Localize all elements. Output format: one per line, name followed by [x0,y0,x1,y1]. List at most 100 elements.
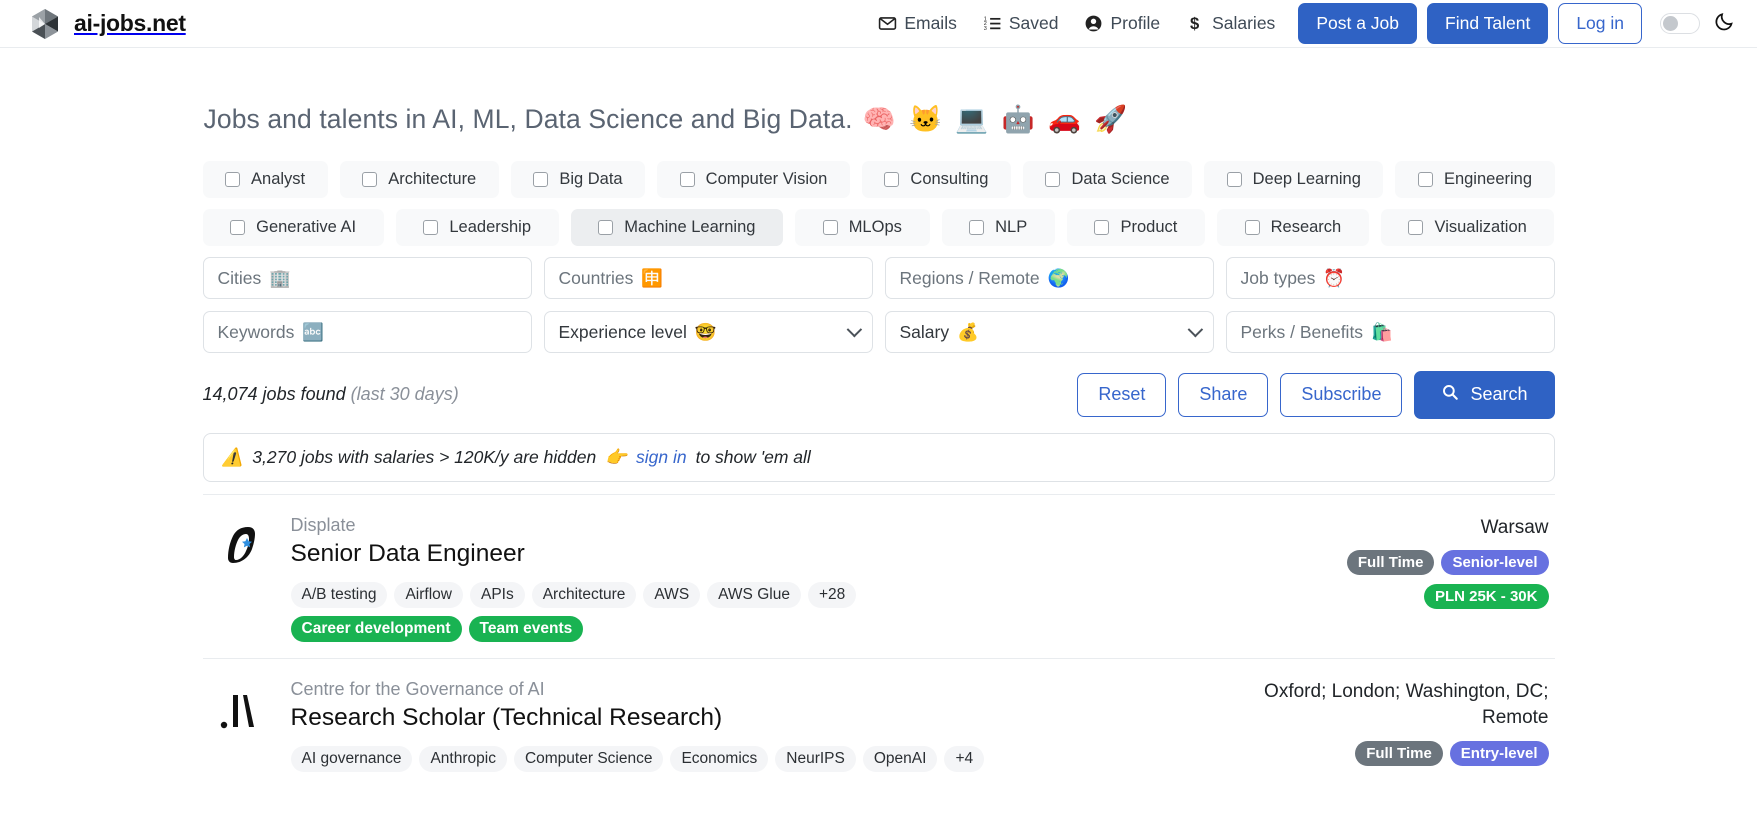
category-chip-machine-learning[interactable]: Machine Learning [570,209,784,246]
checkbox-icon[interactable] [423,220,439,235]
checkbox-icon[interactable] [884,172,900,187]
abc-icon: 🔤 [302,321,325,342]
job-tag[interactable]: NeurIPS [775,745,856,772]
magnifier-icon [1441,383,1459,407]
checkbox-icon[interactable] [679,172,695,187]
category-chip-nlp[interactable]: NLP [941,209,1055,246]
category-chip-label: Analyst [251,170,306,188]
checkbox-icon[interactable] [1045,172,1061,187]
category-chip-product[interactable]: Product [1066,209,1205,246]
checkbox-icon[interactable] [1094,220,1110,235]
job-tag[interactable]: AWS [643,581,701,608]
moon-icon[interactable] [1714,11,1735,37]
checkbox-icon[interactable] [225,172,241,187]
checkbox-icon[interactable] [969,220,985,235]
nav-item-salaries[interactable]: $ Salaries [1173,7,1288,40]
nav-item-saved[interactable]: 1 2 3 Saved [970,7,1072,40]
job-tag[interactable]: +28 [807,581,857,608]
checkbox-icon[interactable] [362,172,378,187]
job-location: Oxford; London; Washington, DC; Remote [1264,680,1549,729]
job-tag[interactable]: Architecture [531,581,637,608]
switch-knob [1663,16,1678,31]
log-in-button[interactable]: Log in [1558,3,1642,44]
keywords-input[interactable]: Keywords 🔤 [202,311,532,353]
checkbox-icon[interactable] [533,172,549,187]
job-title[interactable]: Research Scholar (Technical Research) [291,704,1233,732]
category-chip-consulting[interactable]: Consulting [861,161,1011,198]
job-badge-group: Full Time Entry-level [1355,740,1549,766]
perks-benefits-input[interactable]: Perks / Benefits 🛍️ [1225,311,1555,353]
hexagon-cube-logo-icon [28,7,62,41]
job-list-item[interactable]: Centre for the Governance of AI Research … [202,657,1555,796]
category-chip-research[interactable]: Research [1216,209,1369,246]
countries-input[interactable]: Countries 🈸 [543,257,873,299]
pointing-hand-icon: 👉 [605,446,627,467]
job-perk-badge[interactable]: Career development [290,615,462,642]
job-perk-badge[interactable]: Team events [468,615,584,642]
cities-placeholder: Cities [217,267,262,288]
checkbox-icon[interactable] [822,220,838,235]
checkbox-icon[interactable] [230,220,246,235]
job-tag[interactable]: AI governance [290,745,413,772]
category-chip-big-data[interactable]: Big Data [510,161,646,198]
job-company-name[interactable]: Displate [291,515,1233,536]
dark-mode-switch[interactable] [1660,13,1700,34]
top-navbar: ai-jobs.net Emails 1 2 3 Saved Profile $… [0,0,1757,48]
job-tag[interactable]: Computer Science [513,745,664,772]
page-title: Jobs and talents in AI, ML, Data Science… [204,104,1555,135]
category-chip-deep-learning[interactable]: Deep Learning [1204,161,1384,198]
regions-remote-input[interactable]: Regions / Remote 🌍 [884,257,1214,299]
brand-home-link[interactable]: ai-jobs.net [28,7,186,41]
job-location: Warsaw [1480,516,1549,538]
reset-button[interactable]: Reset [1077,373,1167,417]
nav-item-profile[interactable]: Profile [1071,7,1173,40]
job-title[interactable]: Senior Data Engineer [291,540,1233,568]
post-a-job-button[interactable]: Post a Job [1298,3,1418,44]
salary-select[interactable]: Salary 💰 [884,311,1214,353]
checkbox-icon[interactable] [1408,220,1424,235]
checkbox-icon[interactable] [1226,172,1242,187]
nav-item-saved-label: Saved [1008,13,1059,33]
user-circle-icon [1084,14,1103,33]
dollar-icon: $ [1186,14,1205,33]
cities-input[interactable]: Cities 🏢 [202,257,532,299]
nav-item-emails[interactable]: Emails [865,7,970,40]
category-chip-generative-ai[interactable]: Generative AI [202,209,384,246]
job-tag[interactable]: Anthropic [419,745,507,772]
job-types-input[interactable]: Job types ⏰ [1225,257,1555,299]
theme-toggle-group[interactable] [1660,11,1735,37]
sign-in-link[interactable]: sign in [636,447,687,468]
category-chip-leadership[interactable]: Leadership [395,209,559,246]
job-tag[interactable]: AWS Glue [707,581,801,608]
job-tag[interactable]: OpenAI [862,745,938,772]
category-chip-analyst[interactable]: Analyst [202,161,328,198]
category-filter-row-2: Generative AI Leadership Machine Learning M… [202,209,1555,246]
category-chip-visualization[interactable]: Visualization [1380,209,1555,246]
job-list-item[interactable]: Displate Senior Data Engineer A/B testing A… [202,493,1555,658]
find-talent-button[interactable]: Find Talent [1427,3,1549,44]
job-tag[interactable]: APIs [469,581,525,608]
chevron-down-icon [846,321,862,338]
search-button[interactable]: Search [1414,371,1555,419]
nav-item-salaries-label: Salaries [1212,13,1276,33]
category-chip-computer-vision[interactable]: Computer Vision [657,161,850,198]
results-actions: Reset Share Subscribe Search [1077,371,1555,419]
job-company-name[interactable]: Centre for the Governance of AI [291,679,1233,700]
checkbox-icon[interactable] [1244,220,1260,235]
checkbox-icon[interactable] [1417,172,1433,187]
govai-logo-icon [209,679,275,737]
category-chip-engineering[interactable]: Engineering [1395,161,1555,198]
subscribe-button[interactable]: Subscribe [1280,373,1403,417]
job-tag[interactable]: A/B testing [290,581,388,608]
share-button[interactable]: Share [1178,373,1269,417]
results-period-text: (last 30 days) [350,384,459,405]
checkbox-icon[interactable] [598,220,614,235]
job-tag[interactable]: +4 [944,745,985,772]
job-tag[interactable]: Economics [670,745,769,772]
job-tag[interactable]: Airflow [394,581,463,608]
job-level-badge: Senior-level [1441,550,1549,576]
experience-level-select[interactable]: Experience level 🤓 [543,311,873,353]
category-chip-data-science[interactable]: Data Science [1022,161,1193,198]
category-chip-architecture[interactable]: Architecture [339,161,499,198]
category-chip-mlops[interactable]: MLOps [795,209,930,246]
